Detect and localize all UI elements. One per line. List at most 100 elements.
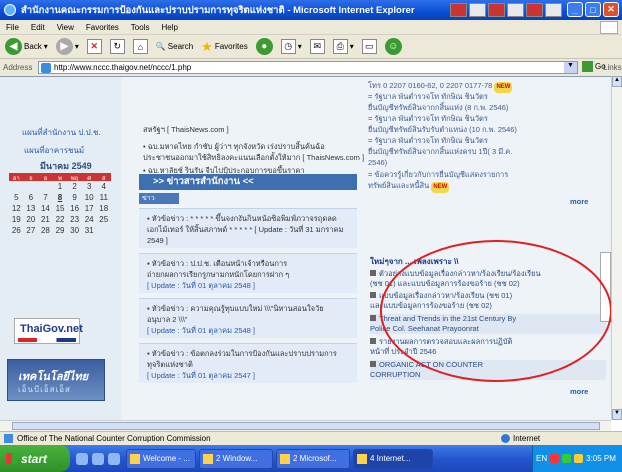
taskbar-item[interactable]: 4 Internet... [353, 448, 433, 469]
pr-news-item[interactable]: ▪ หัวข้อข่าว : ความคุณรู้ทุบแบบใหม่ \\\"… [139, 298, 357, 338]
app-icon [280, 453, 290, 464]
address-bar: Address http://www.nccc.thaigov.net/nccc… [0, 59, 622, 76]
menu-tools[interactable]: Tools [131, 23, 150, 32]
doc-bullet-icon [370, 270, 376, 276]
menu-edit[interactable]: Edit [31, 23, 45, 32]
taskbar: start Welcome - ... 2 Window... 2 Micros… [0, 445, 622, 472]
title-app-icons [450, 3, 562, 17]
vertical-scrollbar[interactable]: ▲ ▼ [611, 76, 622, 420]
document-item[interactable]: รายงานผลการตรวจสอบและผลการปฏิบัติ หน้าที่… [370, 337, 606, 357]
more-link[interactable]: more [570, 197, 588, 206]
building-map-link[interactable]: แผนที่อาคารชนม์ [24, 144, 84, 157]
back-button[interactable]: ◀ Back ▾ [3, 37, 50, 57]
toolbar: ◀ Back ▾ ▶ ▾ ✕ ↻ ⌂ 🔍 Search ★ Favorites ● ◷ ▾ … [0, 35, 622, 59]
status-text: Office of The National Counter Corruptio… [17, 434, 211, 443]
history-button[interactable]: ◷ ▾ [279, 37, 304, 57]
start-button[interactable]: start [0, 445, 70, 472]
news-item[interactable]: • ฉบ.มหาดไทย กำชับ ผู้ว่าฯ ทุกจังหวัด เร… [143, 141, 364, 163]
folder-icon [203, 453, 213, 464]
document-item[interactable]: Threat and Trends in the 21st Century By… [370, 314, 606, 334]
asset-item[interactable]: = รัฐบาล พันต่ำรวจโท ทักษิณ ชินวัตร ยื่นบ… [368, 135, 608, 168]
status-bar: Office of The National Counter Corruptio… [0, 431, 622, 445]
menu-favorites[interactable]: Favorites [86, 23, 119, 32]
media-icon: ● [255, 38, 273, 55]
tray-icon[interactable] [574, 454, 584, 463]
messenger-button[interactable]: ☺ [383, 37, 404, 57]
calendar-week: 19 20 21 22 23 24 25 [11, 215, 109, 224]
taskbar-item[interactable]: 2 Window... [199, 448, 273, 469]
address-dropdown-icon[interactable]: ▼ [564, 62, 577, 73]
document-item[interactable]: ORGANIC ACT ON COUNTER CORRUPTION [370, 360, 606, 380]
address-input[interactable]: http://www.nccc.thaigov.net/nccc/1.php ▼ [38, 61, 578, 74]
side-panel-tab[interactable] [600, 252, 611, 322]
print-button[interactable]: ⎙ ▾ [331, 37, 356, 57]
stop-icon: ✕ [86, 39, 102, 54]
taskbar-item[interactable]: 2 Microsof... [276, 448, 350, 469]
media-button[interactable]: ● [254, 37, 275, 57]
forward-button[interactable]: ▶ ▾ [54, 37, 81, 57]
quicklaunch-icon[interactable] [92, 452, 104, 465]
doc-bullet-icon [370, 315, 376, 321]
doc-bullet-icon [370, 361, 376, 367]
star-icon: ★ [201, 38, 213, 54]
menu-help[interactable]: Help [161, 23, 177, 32]
history-icon: ◷ [280, 39, 296, 54]
office-map-link[interactable]: แผนที่สำนักงาน ป.ป.ช. [22, 126, 101, 139]
language-indicator[interactable]: EN [536, 454, 547, 463]
refresh-button[interactable]: ↻ [108, 37, 127, 57]
links-button[interactable]: Links » [603, 63, 622, 72]
page-content: แผนที่สำนักงาน ป.ป.ช. แผนที่อาคารชนม์ มี… [0, 76, 611, 420]
go-arrow-icon [582, 61, 593, 72]
calendar-week: 12 13 14 15 16 17 18 [11, 204, 109, 213]
edit-icon: ▭ [361, 39, 377, 54]
minimize-button[interactable]: _ [567, 2, 583, 17]
document-item[interactable]: ตัวอย่างแบบข้อมูลเรื่องกล่าวหา/ร้องเรียน… [370, 269, 606, 289]
address-url: http://www.nccc.thaigov.net/nccc/1.php [54, 63, 192, 72]
close-button[interactable]: ✕ [603, 2, 619, 17]
scroll-down-icon[interactable]: ▼ [612, 409, 622, 420]
pr-news-item[interactable]: ▪ หัวข้อข่าว : ข้อตกลงร่วมในการป้องกันแล… [139, 343, 357, 383]
page-status-icon [4, 434, 13, 443]
doc-bullet-icon [370, 292, 376, 298]
tray-icon[interactable] [562, 454, 572, 463]
page-icon [41, 62, 51, 73]
system-tray: EN 3:05 PM [532, 445, 622, 472]
search-button[interactable]: 🔍 Search [154, 37, 195, 57]
home-button[interactable]: ⌂ [131, 37, 150, 57]
asset-item[interactable]: = ข้อควรรู้เกี่ยวกับการยื่นบัญชีแสดงรายก… [368, 169, 608, 193]
maximize-button[interactable]: □ [585, 2, 601, 17]
edit-button[interactable]: ▭ [360, 37, 379, 57]
calendar-title: มีนาคม 2549 [40, 161, 92, 171]
tray-icon[interactable] [550, 454, 560, 463]
right-column: โทร 0 2207 0160-62, 0 2207 0177-78 NEW =… [362, 77, 611, 420]
asset-item[interactable]: = รัฐบาล พันต่ำรวจโท ทักษิณ ชินวัตร ยื่นบ… [368, 91, 608, 113]
thai-tech-banner[interactable]: เทคโนโลยีไทย เอ็นบีเอ็สเอ็ส [7, 359, 105, 401]
calendar-today[interactable]: 8 [53, 193, 68, 202]
pr-news-item[interactable]: ▪ หัวข้อข่าว : ป.ป.ช. เตือนหน้าเจ้าหรือน… [139, 253, 357, 293]
globe-icon [501, 434, 510, 443]
app-icon [130, 453, 140, 464]
menu-view[interactable]: View [57, 23, 74, 32]
quicklaunch-icon[interactable] [76, 452, 88, 465]
search-icon: 🔍 [155, 42, 166, 51]
news-source-line: สหรัฐฯ [ ThaisNews.com ] [143, 125, 229, 134]
pr-news-item[interactable]: ▪ หัวข้อข่าว : * * * * * ขึ้นจงกงันกินหน… [139, 208, 357, 248]
asset-item[interactable]: = รัฐบาล พันต่ำรวจโท ทักษิณ ชินวัตร ยื่นบ… [368, 113, 608, 135]
favorites-button[interactable]: ★ Favorites [199, 37, 250, 57]
menu-file[interactable]: File [6, 23, 19, 32]
document-item[interactable]: แบบข้อมูลเรื่องกล่าวหา/ร้องเรียน (ชช 01)… [370, 291, 606, 311]
mail-button[interactable]: ✉ [308, 37, 327, 57]
scroll-up-icon[interactable]: ▲ [612, 76, 622, 87]
address-label: Address [3, 63, 33, 72]
calendar-week: 26 27 28 29 30 31 [11, 226, 94, 235]
horizontal-scrollbar[interactable] [0, 420, 611, 431]
more-link[interactable]: more [570, 387, 588, 396]
menu-bar: File Edit View Favorites Tools Help [0, 20, 622, 35]
stop-button[interactable]: ✕ [85, 37, 104, 57]
scroll-thumb[interactable] [12, 422, 600, 430]
taskbar-item[interactable]: Welcome - ... [126, 448, 196, 469]
back-arrow-icon: ◀ [5, 38, 22, 55]
refresh-icon: ↻ [109, 39, 125, 54]
quicklaunch-icon[interactable] [108, 452, 120, 465]
thaigov-logo-link[interactable]: ThaiGov.net [14, 318, 83, 344]
